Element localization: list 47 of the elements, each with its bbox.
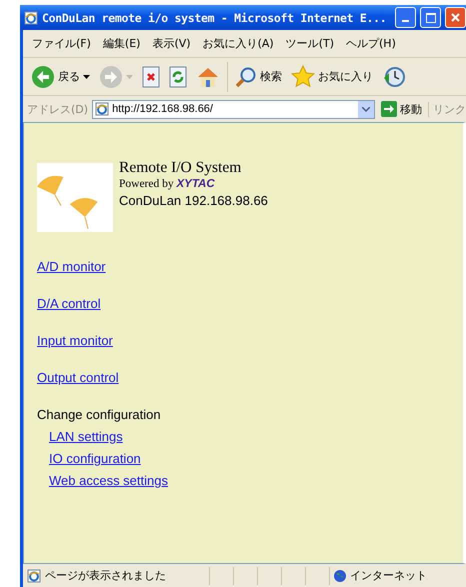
home-icon — [196, 66, 220, 88]
menu-item[interactable]: 編集(E) — [98, 34, 146, 53]
ie-page-icon — [27, 568, 41, 582]
window-title: ConDuLan remote i/o system - Microsoft Internet E... — [42, 10, 388, 24]
address-field[interactable]: http://192.168.98.66/ — [92, 100, 376, 118]
favorites-button[interactable]: お気に入り — [289, 63, 375, 90]
refresh-button[interactable] — [167, 64, 189, 90]
brand-name: XYTAC — [176, 178, 215, 190]
dropdown-icon[interactable] — [358, 100, 374, 118]
refresh-page-icon — [169, 66, 187, 88]
menu-item[interactable]: 表示(V) — [147, 34, 196, 53]
caret-icon — [83, 74, 90, 78]
menu-item[interactable]: ファイル(F) — [27, 34, 96, 53]
caret-icon — [126, 74, 133, 78]
globe-icon — [334, 570, 346, 582]
nav-link[interactable]: Output control — [37, 370, 119, 385]
minimize-button[interactable] — [395, 7, 416, 28]
close-button[interactable] — [445, 7, 466, 28]
nav-link[interactable]: Web access settings — [49, 473, 168, 488]
nav-link[interactable]: Input monitor — [37, 333, 113, 348]
nav-link[interactable]: IO configuration — [49, 451, 141, 466]
ie-page-icon — [95, 102, 110, 116]
close-icon — [451, 13, 460, 22]
ie-page-icon — [24, 10, 38, 24]
nav-link[interactable]: D/A control — [37, 296, 101, 311]
menu-item[interactable]: お気に入り(A) — [198, 34, 279, 53]
menu-item[interactable]: ツール(T) — [280, 34, 339, 53]
stop-button[interactable] — [140, 64, 162, 90]
menu-item[interactable]: ヘルプ(H) — [341, 34, 401, 53]
address-label: アドレス(D) — [27, 102, 88, 116]
zone-label: インターネット — [350, 568, 427, 583]
maximize-icon — [426, 12, 436, 22]
powered-by-text: Powered by — [119, 178, 174, 190]
device-address: ConDuLan 192.168.98.66 — [119, 192, 268, 209]
star-icon — [291, 65, 315, 88]
back-button[interactable]: 戻る — [29, 62, 92, 90]
magnifier-icon — [235, 66, 257, 88]
nav-link[interactable]: A/D monitor — [37, 259, 106, 274]
search-button[interactable]: 検索 — [233, 64, 284, 90]
minimize-icon — [402, 20, 409, 22]
stop-page-icon — [142, 66, 160, 88]
section-heading: Change configuration — [37, 407, 162, 422]
site-title: Remote I/O System — [119, 159, 242, 177]
go-button[interactable]: 移動 — [379, 99, 424, 119]
status-message: ページが表示されました — [45, 568, 166, 583]
nav-link[interactable]: LAN settings — [49, 429, 123, 444]
maximize-button[interactable] — [420, 7, 441, 28]
